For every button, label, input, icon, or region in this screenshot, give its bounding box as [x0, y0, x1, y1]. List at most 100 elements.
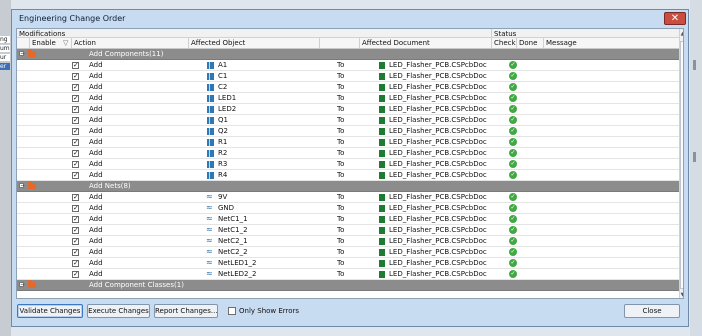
pcb-document-icon	[379, 139, 385, 146]
affected-document-cell: LED_Flasher_PCB.CSPcbDoc	[389, 72, 487, 80]
folder-icon	[28, 49, 36, 57]
collapse-icon[interactable]: −	[19, 183, 25, 189]
pcb-document-icon	[379, 216, 385, 223]
enable-checkbox[interactable]: ✓	[72, 238, 79, 245]
table-row[interactable]: ✓ Add R4 To LED_Flasher_PCB.CSPcbDoc ✓	[17, 170, 679, 181]
enable-checkbox[interactable]: ✓	[72, 150, 79, 157]
column-enable[interactable]: Enable ▽	[30, 38, 72, 48]
group-row[interactable]: − Add Components(11)	[17, 49, 679, 60]
net-icon: ≈	[206, 192, 213, 201]
to-cell: To	[337, 116, 345, 124]
to-cell: To	[337, 61, 345, 69]
table-row[interactable]: ✓ Add ≈ NetLED1_2 To LED_Flasher_PCB.CSPcbDoc…	[17, 258, 679, 269]
pcb-document-icon	[379, 227, 385, 234]
check-ok-icon: ✓	[509, 270, 517, 278]
group-row[interactable]: − Add Nets(8)	[17, 181, 679, 192]
column-check[interactable]: Check	[492, 38, 517, 48]
scroll-down-icon[interactable]: ▼	[680, 291, 683, 298]
affected-object-cell: LED2	[218, 105, 237, 113]
component-icon	[207, 161, 214, 168]
to-cell: To	[337, 204, 345, 212]
enable-checkbox[interactable]: ✓	[72, 128, 79, 135]
enable-checkbox[interactable]: ✓	[72, 161, 79, 168]
affected-object-cell: NetLED1_2	[218, 259, 257, 267]
column-done[interactable]: Done	[517, 38, 544, 48]
collapse-icon[interactable]: −	[19, 282, 25, 288]
enable-checkbox[interactable]: ✓	[72, 106, 79, 113]
close-button[interactable]: Close	[624, 304, 680, 318]
column-message[interactable]: Message	[544, 38, 679, 48]
title-bar[interactable]: Engineering Change Order ✕	[12, 10, 688, 29]
report-changes-button[interactable]: Report Changes...	[154, 304, 218, 318]
validate-changes-button[interactable]: Validate Changes	[17, 304, 83, 318]
check-ok-icon: ✓	[509, 149, 517, 157]
group-row[interactable]: − Add Component Classes(1)	[17, 280, 679, 291]
to-cell: To	[337, 193, 345, 201]
table-row[interactable]: ✓ Add ≈ NetC2_1 To LED_Flasher_PCB.CSPcbDoc ✓	[17, 236, 679, 247]
enable-checkbox[interactable]: ✓	[72, 205, 79, 212]
table-row[interactable]: ✓ Add ≈9V To LED_Flasher_PCB.CSPcbDoc ✓	[17, 192, 679, 203]
enable-checkbox[interactable]: ✓	[72, 172, 79, 179]
enable-checkbox[interactable]: ✓	[72, 271, 79, 278]
affected-document-cell: LED_Flasher_PCB.CSPcbDoc	[389, 138, 487, 146]
affected-object-cell: R2	[218, 149, 228, 157]
pcb-document-icon	[379, 161, 385, 168]
column-to[interactable]	[320, 38, 360, 48]
window-title: Engineering Change Order	[19, 14, 126, 23]
background-mark	[693, 152, 696, 162]
pcb-document-icon	[379, 62, 385, 69]
component-icon	[207, 95, 214, 102]
modifications-label: Modifications	[19, 30, 66, 38]
enable-checkbox[interactable]: ✓	[72, 194, 79, 201]
table-row[interactable]: ✓ Add R1 To LED_Flasher_PCB.CSPcbDoc ✓	[17, 137, 679, 148]
affected-document-cell: LED_Flasher_PCB.CSPcbDoc	[389, 127, 487, 135]
net-icon: ≈	[206, 269, 213, 278]
table-row[interactable]: ✓ Add ≈ NetC1_2 To LED_Flasher_PCB.CSPcbDoc ✓	[17, 225, 679, 236]
table-row[interactable]: ✓ Add R2 To LED_Flasher_PCB.CSPcbDoc ✓	[17, 148, 679, 159]
group-band: Add Nets(8)	[41, 181, 679, 192]
enable-checkbox[interactable]: ✓	[72, 84, 79, 91]
affected-object-cell: R3	[218, 160, 228, 168]
enable-checkbox[interactable]: ✓	[72, 227, 79, 234]
enable-checkbox[interactable]: ✓	[72, 73, 79, 80]
collapse-icon[interactable]: −	[19, 51, 25, 57]
table-row[interactable]: ✓ Add ≈ NetC1_1 To LED_Flasher_PCB.CSPcbDoc ✓	[17, 214, 679, 225]
vertical-scrollbar[interactable]: ▲ ▼	[679, 29, 683, 298]
table-row[interactable]: ✓ Add LED2 To LED_Flasher_PCB.CSPcbDoc ✓	[17, 104, 679, 115]
table-row[interactable]: ✓ Add R3 To LED_Flasher_PCB.CSPcbDoc ✓	[17, 159, 679, 170]
filter-icon[interactable]: ▽	[63, 38, 68, 48]
affected-document-cell: LED_Flasher_PCB.CSPcbDoc	[389, 83, 487, 91]
background-window-strip-right	[690, 0, 702, 336]
execute-changes-button[interactable]: Execute Changes	[87, 304, 150, 318]
table-row[interactable]: ✓ Add C1 To LED_Flasher_PCB.CSPcbDoc ✓	[17, 71, 679, 82]
table-row[interactable]: ✓ Add A1 To LED_Flasher_PCB.CSPcbDoc ✓	[17, 60, 679, 71]
enable-checkbox[interactable]: ✓	[72, 260, 79, 267]
column-affected-document[interactable]: Affected Document	[360, 38, 492, 48]
enable-checkbox[interactable]: ✓	[72, 139, 79, 146]
enable-checkbox[interactable]: ✓	[72, 62, 79, 69]
component-icon	[207, 62, 214, 69]
component-icon	[207, 106, 214, 113]
scroll-up-icon[interactable]: ▲	[680, 30, 683, 38]
table-row[interactable]: ✓ Add ≈ NetC2_2 To LED_Flasher_PCB.CSPcbDoc ✓	[17, 247, 679, 258]
table-row[interactable]: ✓ Add ≈ NetLED2_2 To LED_Flasher_PCB.CSPcbDoc…	[17, 269, 679, 280]
scrollbar-thumb[interactable]	[680, 41, 683, 289]
table-row[interactable]: ✓ Add C2 To LED_Flasher_PCB.CSPcbDoc ✓	[17, 82, 679, 93]
enable-checkbox[interactable]: ✓	[72, 249, 79, 256]
table-row[interactable]: ✓ Add ≈ GND To LED_Flasher_PCB.CSPcbDoc ✓	[17, 203, 679, 214]
enable-checkbox[interactable]: ✓	[72, 216, 79, 223]
background-window-strip: ng um ur er	[0, 0, 11, 336]
table-row[interactable]: ✓ Add Q1 To LED_Flasher_PCB.CSPcbDoc ✓	[17, 115, 679, 126]
column-affected-object[interactable]: Affected Object	[189, 38, 320, 48]
to-cell: To	[337, 248, 345, 256]
table-row[interactable]: ✓ Add Q2 To LED_Flasher_PCB.CSPcbDoc ✓	[17, 126, 679, 137]
column-action[interactable]: Action	[72, 38, 189, 48]
action-cell: Add	[89, 160, 103, 168]
to-cell: To	[337, 94, 345, 102]
component-icon	[207, 128, 214, 135]
only-show-errors-checkbox[interactable]	[228, 307, 236, 315]
close-icon[interactable]: ✕	[664, 12, 686, 25]
enable-checkbox[interactable]: ✓	[72, 95, 79, 102]
table-row[interactable]: ✓ Add LED1 To LED_Flasher_PCB.CSPcbDoc ✓	[17, 93, 679, 104]
enable-checkbox[interactable]: ✓	[72, 117, 79, 124]
